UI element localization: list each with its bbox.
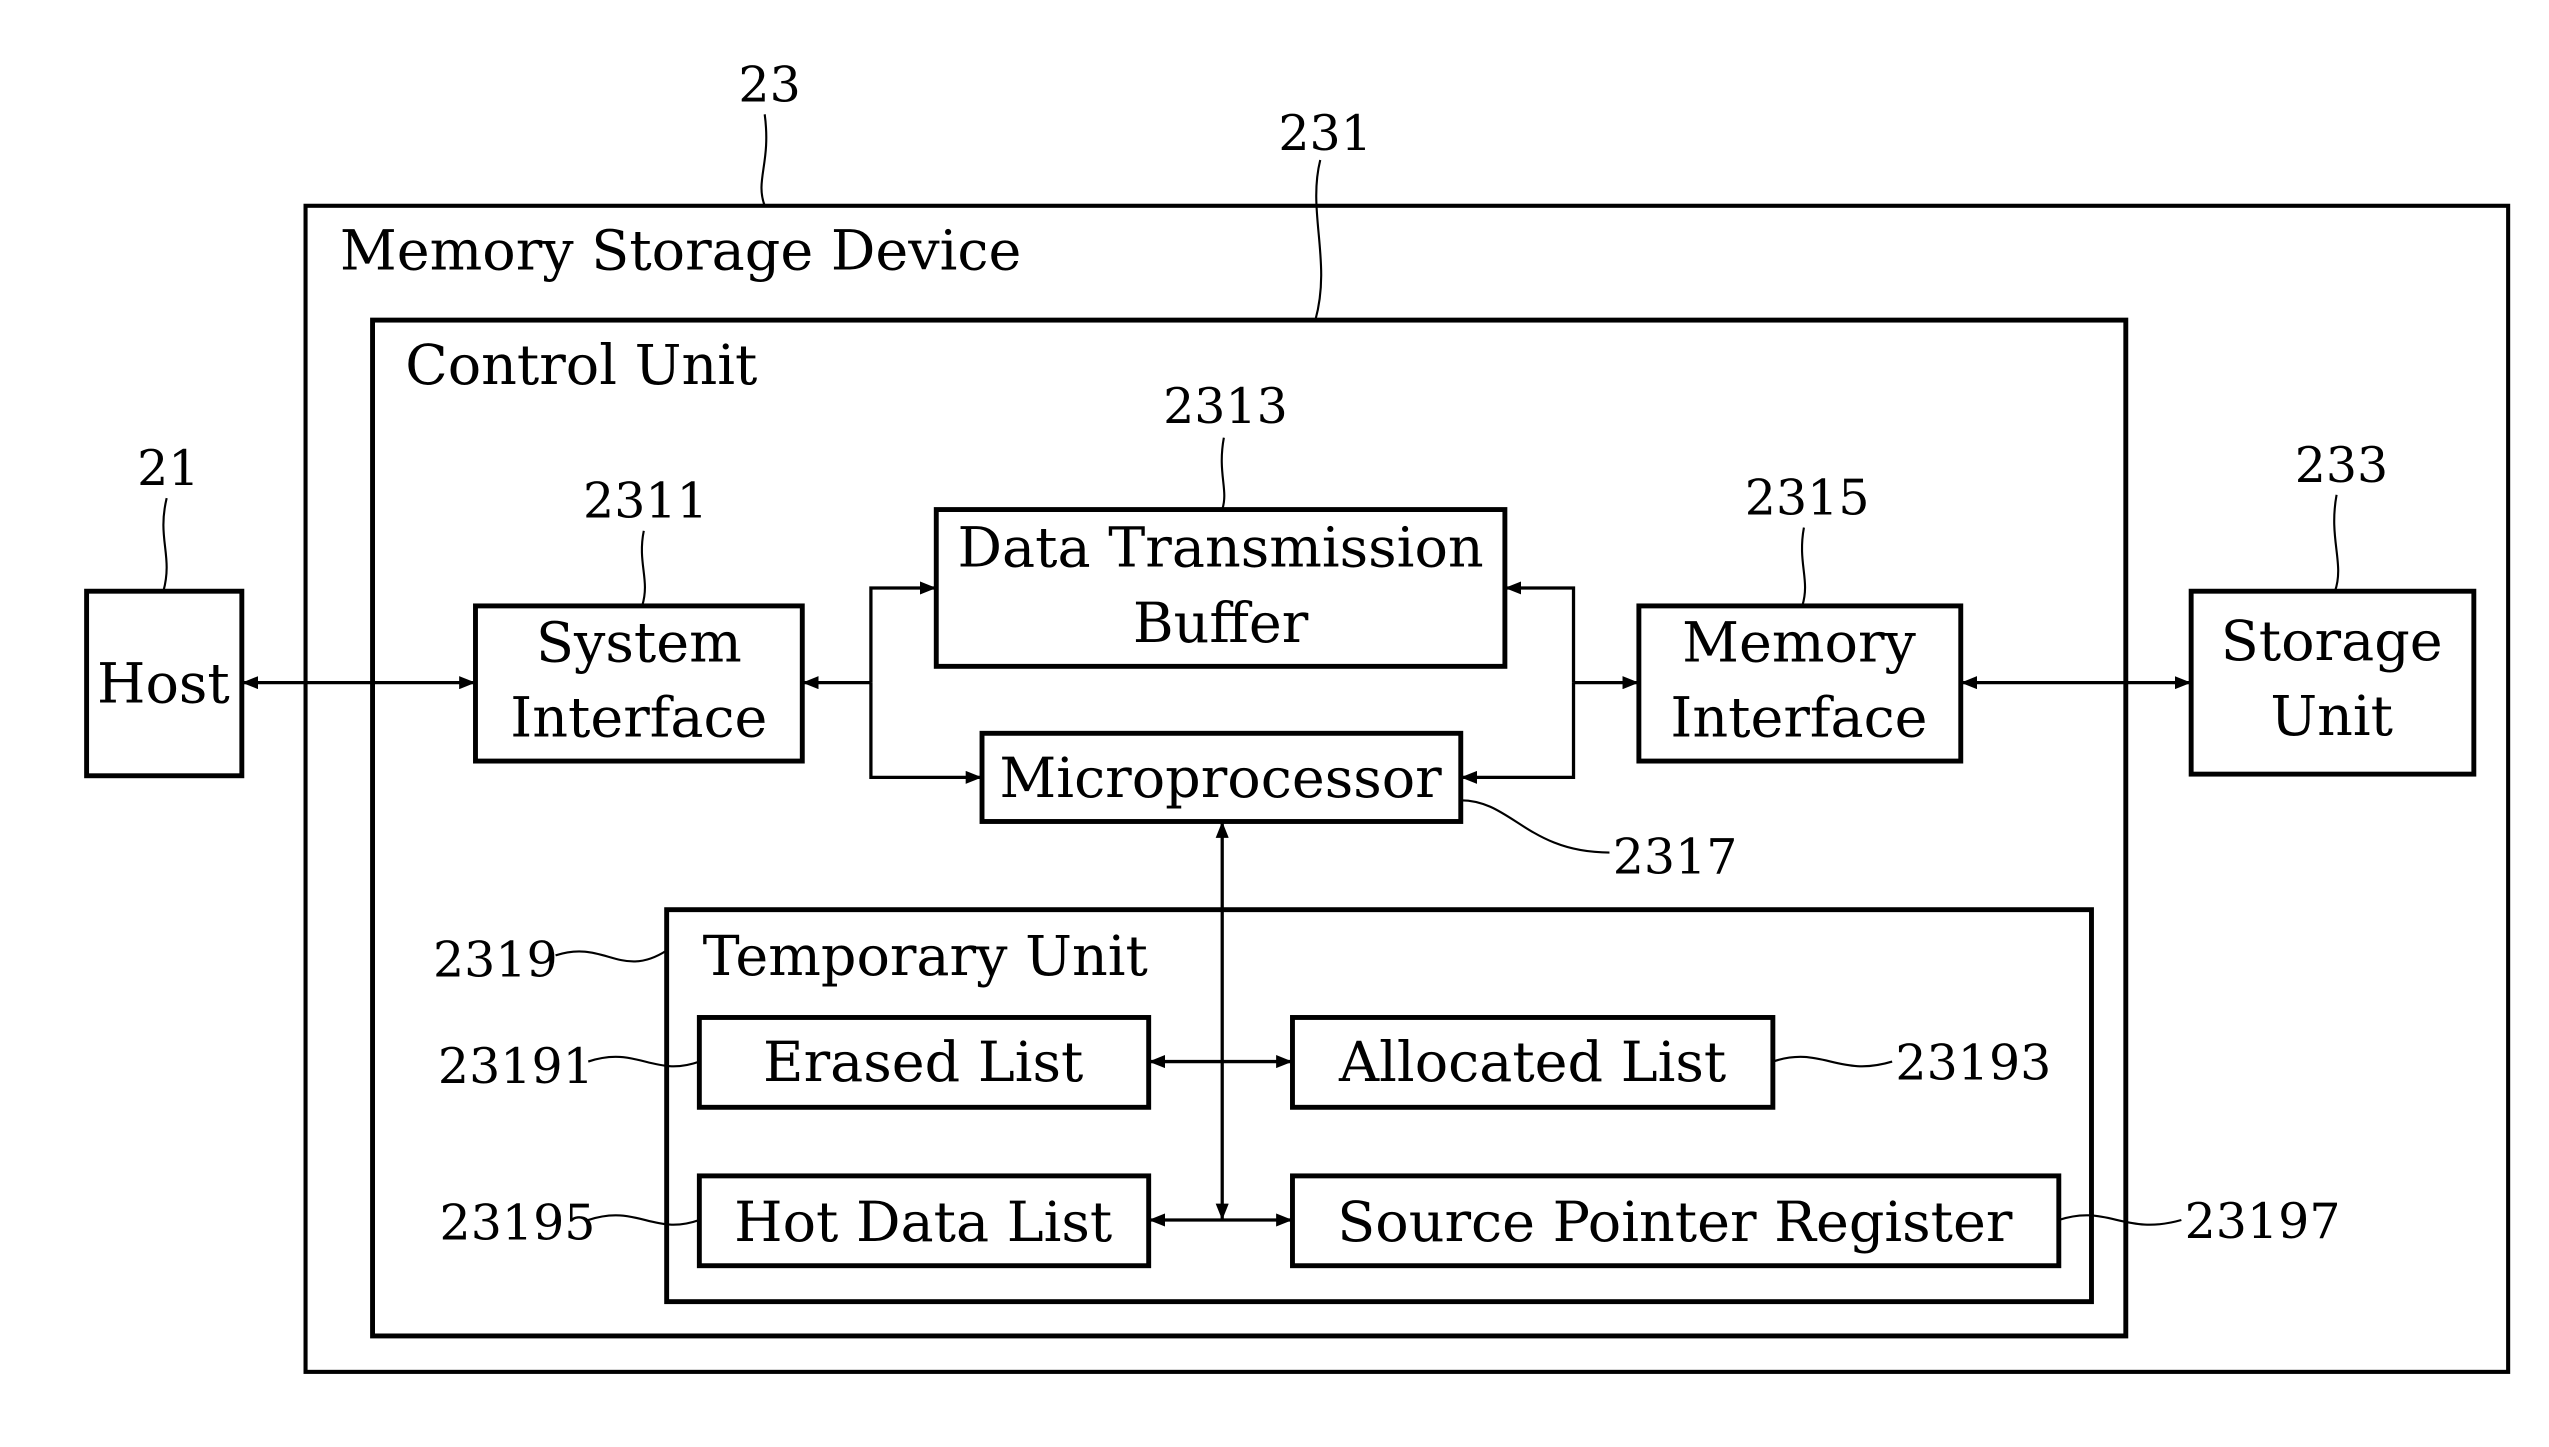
leader-231: [1314, 159, 1323, 321]
block-diagram: Memory Storage Device Control Unit Host …: [84, 56, 2511, 1374]
storage-unit-label-line1: Storage: [2221, 609, 2443, 674]
erased-list-label: Erased List: [763, 1030, 1083, 1095]
leader-233: [2333, 494, 2340, 592]
system-interface-label-line1: System: [536, 610, 742, 675]
ref-23: 23: [738, 56, 800, 113]
buffer-label-line1: Data Transmission: [957, 516, 1483, 581]
ref-21: 21: [137, 440, 199, 497]
ref-233: 233: [2295, 437, 2389, 494]
control-unit-label: Control Unit: [405, 333, 757, 398]
leader-23: [760, 114, 768, 207]
ref-231: 231: [1278, 105, 1372, 162]
allocated-list-label: Allocated List: [1338, 1030, 1726, 1095]
buffer-label-line2: Buffer: [1133, 591, 1309, 656]
ref-23197: 23197: [2185, 1193, 2341, 1250]
microprocessor-label: Microprocessor: [999, 746, 1442, 811]
memory-storage-device-label: Memory Storage Device: [340, 218, 1022, 283]
memory-interface-label-line2: Interface: [1670, 686, 1927, 751]
memory-interface-label-line1: Memory: [1682, 610, 1916, 675]
ref-2313: 2313: [1163, 378, 1288, 435]
ref-23191: 23191: [438, 1038, 594, 1095]
ref-23195: 23195: [440, 1195, 596, 1252]
temporary-unit-label: Temporary Unit: [703, 924, 1148, 989]
ref-23193: 23193: [1895, 1035, 2051, 1092]
system-interface-label-line2: Interface: [510, 686, 767, 751]
leader-21: [162, 497, 168, 592]
storage-unit-label-line2: Unit: [2270, 684, 2393, 749]
source-pointer-register-label: Source Pointer Register: [1337, 1190, 2013, 1255]
ref-2315: 2315: [1745, 469, 1870, 526]
ref-2311: 2311: [583, 473, 708, 530]
hot-data-list-label: Hot Data List: [734, 1190, 1112, 1255]
ref-2317: 2317: [1613, 829, 1738, 886]
host-label: Host: [97, 651, 230, 716]
ref-2319: 2319: [433, 932, 558, 989]
